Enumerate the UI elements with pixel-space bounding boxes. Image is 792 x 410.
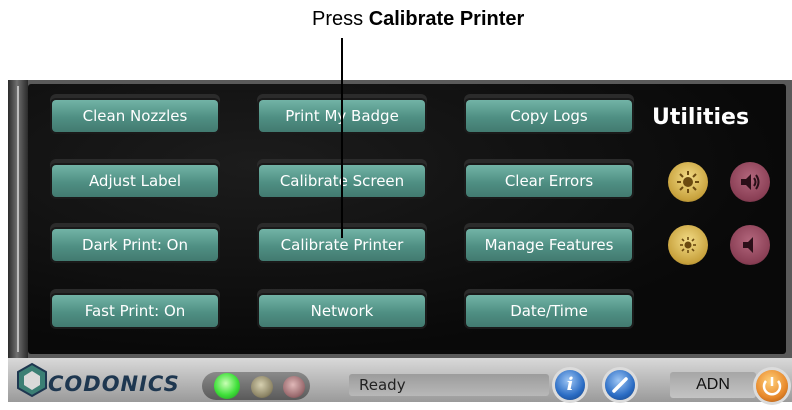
utilities-button[interactable] xyxy=(605,370,635,400)
clear-errors-button[interactable]: Clear Errors xyxy=(466,165,632,197)
ready-led-icon xyxy=(214,373,240,399)
wrench-icon xyxy=(612,377,628,393)
copy-logs-button[interactable]: Copy Logs xyxy=(466,100,632,132)
power-icon xyxy=(762,377,782,396)
callout-pointer-line xyxy=(341,38,343,238)
fast-print-button[interactable]: Fast Print: On xyxy=(52,295,218,327)
bezel-edge xyxy=(8,80,28,358)
instruction-callout: Press Calibrate Printer xyxy=(312,8,524,31)
page-title: Utilities xyxy=(652,105,750,130)
speaker-soft-icon xyxy=(743,237,753,253)
date-time-button[interactable]: Date/Time xyxy=(466,295,632,327)
logout-button[interactable] xyxy=(756,370,788,402)
codonics-logo-icon xyxy=(16,362,48,402)
callout-target: Calibrate Printer xyxy=(368,8,525,30)
brightness-down-button[interactable] xyxy=(668,225,708,265)
volume-down-button[interactable] xyxy=(730,225,770,265)
user-badge[interactable]: ADN xyxy=(670,372,756,398)
speaker-loud-icon xyxy=(741,174,760,190)
adjust-label-button[interactable]: Adjust Label xyxy=(52,165,218,197)
clean-nozzles-button[interactable]: Clean Nozzles xyxy=(52,100,218,132)
status-message: Ready xyxy=(349,374,549,396)
network-button[interactable]: Network xyxy=(259,295,425,327)
brightness-up-button[interactable] xyxy=(668,162,708,202)
sun-small-icon xyxy=(680,237,696,253)
manage-features-button[interactable]: Manage Features xyxy=(466,229,632,261)
info-icon: i xyxy=(566,374,574,395)
callout-prefix: Press xyxy=(312,8,369,30)
error-led-icon xyxy=(283,376,305,398)
brand-logo-text: CODONICS xyxy=(48,372,180,396)
sun-large-icon xyxy=(677,171,699,193)
volume-up-button[interactable] xyxy=(730,162,770,202)
warning-led-icon xyxy=(251,376,273,398)
dark-print-button[interactable]: Dark Print: On xyxy=(52,229,218,261)
info-button[interactable]: i xyxy=(555,370,585,400)
